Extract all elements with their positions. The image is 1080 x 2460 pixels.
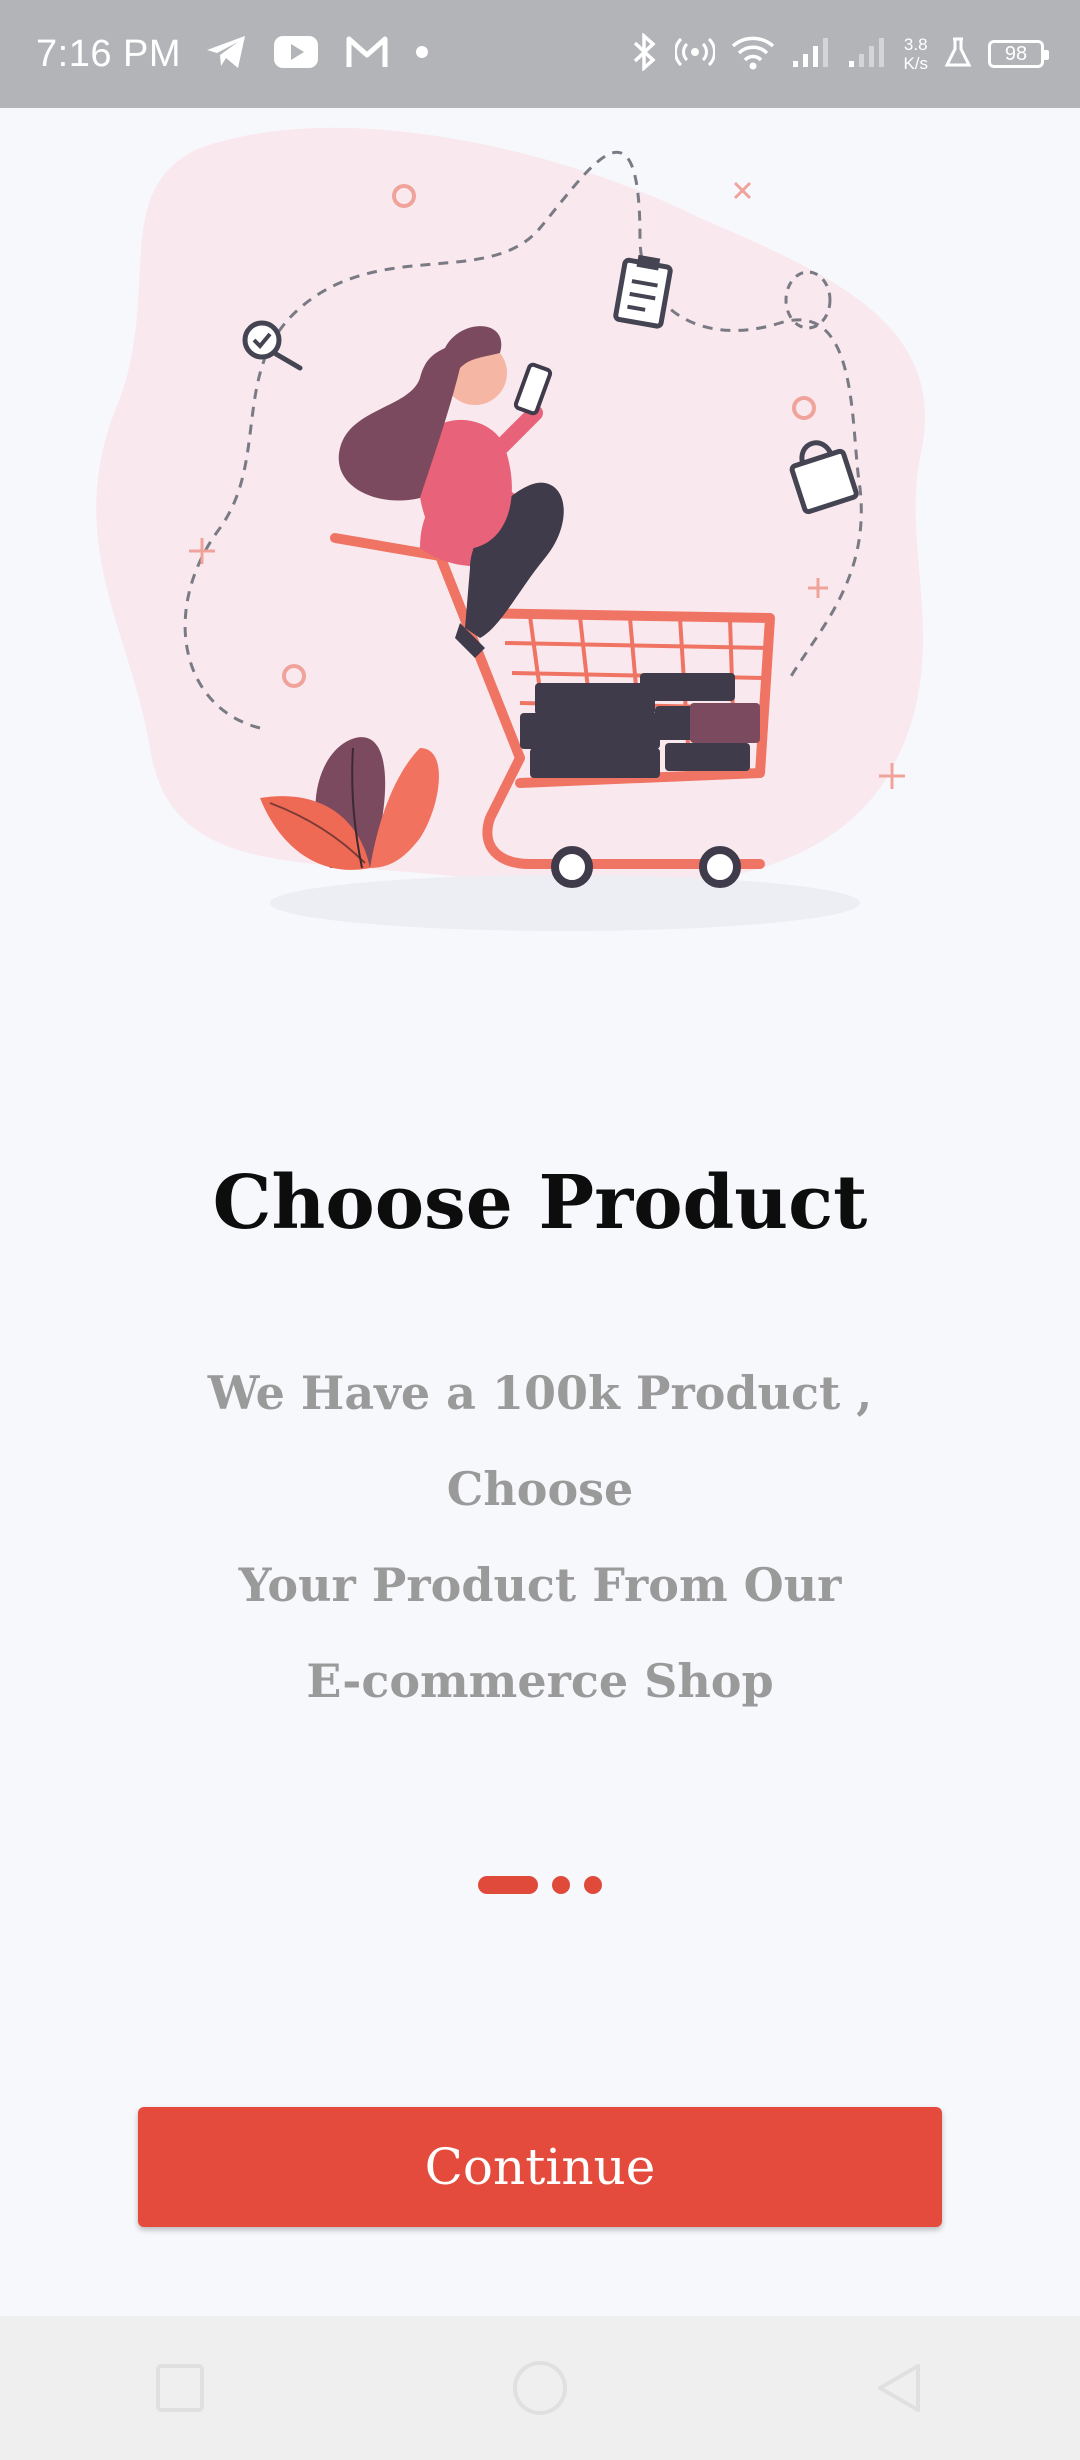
- page-dot-3[interactable]: [584, 1876, 602, 1894]
- net-speed-value: 3.8: [903, 35, 928, 54]
- navigation-bar: [0, 2316, 1080, 2460]
- page-indicator: [0, 1876, 1080, 1894]
- back-icon: [878, 2364, 920, 2412]
- youtube-icon: [273, 35, 319, 74]
- page-dot-1-active[interactable]: [478, 1876, 538, 1894]
- dot-icon: [415, 45, 429, 64]
- wifi-icon: [731, 34, 775, 75]
- onboarding-illustration: [0, 108, 1080, 968]
- telegram-icon: [205, 34, 247, 75]
- back-button[interactable]: [840, 2328, 960, 2448]
- bluetooth-icon: [631, 31, 659, 76]
- battery-level: 98: [1004, 42, 1028, 65]
- net-speed-unit: K/s: [903, 54, 928, 73]
- home-button[interactable]: [480, 2328, 600, 2448]
- signal-icon: [791, 35, 831, 74]
- system-icons: 3.8 K/s 98: [631, 31, 1049, 76]
- page-dot-2[interactable]: [552, 1876, 570, 1894]
- onboarding-title: Choose Product: [212, 1160, 868, 1246]
- recents-button[interactable]: [120, 2328, 240, 2448]
- onboarding-description: We Have a 100k Product , Choose Your Pro…: [207, 1366, 873, 1708]
- lab-icon: [944, 36, 972, 73]
- hotspot-icon: [674, 35, 717, 74]
- home-icon: [513, 2361, 567, 2415]
- status-time: 7:16 PM: [36, 32, 182, 75]
- net-speed: 3.8 K/s: [903, 35, 928, 73]
- status-bar: 7:16 PM 3.8 K/s 98: [0, 0, 1080, 108]
- continue-button[interactable]: Continue: [138, 2107, 942, 2227]
- recents-icon: [156, 2364, 204, 2412]
- signal-icon-2: [847, 35, 887, 74]
- gmail-icon: [345, 35, 389, 74]
- battery-icon: 98: [988, 40, 1049, 68]
- cart-boxes: [520, 673, 760, 778]
- notification-icons: [205, 34, 429, 75]
- clipboard-icon: [613, 254, 673, 329]
- shopping-cart-illustration: [96, 127, 925, 931]
